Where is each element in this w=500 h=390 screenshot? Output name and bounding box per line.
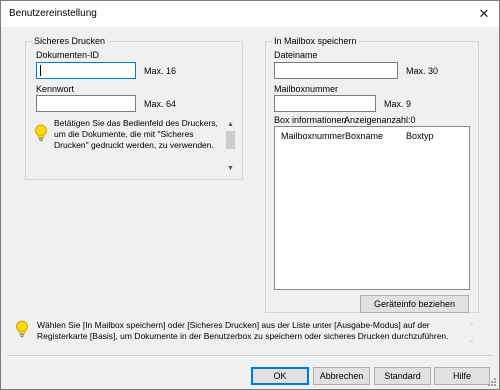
secure-print-group: Sicheres Drucken Dokumenten-ID Max. 16 K… — [25, 36, 243, 180]
scroll-up-icon[interactable]: ⌃ — [465, 320, 478, 332]
password-label: Kennwort — [36, 84, 75, 94]
scroll-up-icon[interactable]: ▲ — [224, 118, 237, 130]
footer-separator — [7, 355, 493, 356]
footer-info-text: Wählen Sie [In Mailbox speichern] oder [… — [37, 320, 449, 341]
mailbox-group-label: In Mailbox speichern — [272, 36, 359, 47]
filename-label: Dateiname — [274, 50, 318, 60]
close-button[interactable]: ✕ — [469, 1, 499, 27]
close-icon: ✕ — [478, 6, 490, 21]
help-button[interactable]: Hilfe — [434, 367, 490, 385]
lightbulb-icon — [35, 124, 47, 142]
lightbulb-icon — [16, 320, 28, 338]
scroll-down-icon[interactable]: ⌄ — [465, 334, 478, 346]
footer-info-scrollbar[interactable]: ⌃ ⌄ — [465, 319, 478, 347]
default-button[interactable]: Standard — [374, 367, 431, 385]
filename-max: Max. 30 — [406, 66, 439, 76]
secure-print-info-scrollbar[interactable]: ▲ ▼ — [224, 118, 237, 174]
document-id-field[interactable] — [36, 62, 136, 79]
secure-print-info-text: Betätigen Sie das Bedienfeld des Drucker… — [54, 118, 218, 150]
mailbox-number-field[interactable] — [274, 95, 376, 112]
column-header-box-name[interactable]: Boxname — [345, 131, 383, 141]
document-id-max: Max. 16 — [144, 66, 177, 76]
text-caret — [40, 65, 41, 76]
filename-field[interactable] — [274, 62, 398, 79]
secure-print-group-label: Sicheres Drucken — [32, 36, 108, 47]
ok-button[interactable]: OK — [251, 367, 309, 385]
display-count-label: Anzeigenanzahl:0 — [344, 115, 416, 125]
scroll-down-icon[interactable]: ▼ — [224, 162, 237, 174]
column-header-mailbox-number[interactable]: Mailboxnummer — [281, 131, 345, 141]
resize-grip-icon[interactable] — [487, 377, 497, 387]
password-field[interactable] — [36, 95, 136, 112]
mailbox-number-max: Max. 9 — [384, 99, 412, 109]
mailbox-number-label: Mailboxnummer — [274, 84, 339, 94]
title-bar[interactable]: Benutzereinstellung ✕ — [1, 1, 499, 27]
window-title: Benutzereinstellung — [9, 8, 97, 19]
column-header-box-type[interactable]: Boxtyp — [406, 131, 434, 141]
box-info-label: Box informationen — [274, 115, 347, 125]
document-id-label: Dokumenten-ID — [36, 50, 100, 60]
mailbox-group: In Mailbox speichern Dateiname Max. 30 M… — [265, 36, 479, 313]
password-max: Max. 64 — [144, 99, 177, 109]
cancel-button[interactable]: Abbrechen — [313, 367, 370, 385]
user-settings-dialog: Benutzereinstellung ✕ Sicheres Drucken D… — [0, 0, 500, 390]
scroll-thumb[interactable] — [226, 131, 235, 149]
mailbox-list[interactable]: Mailboxnummer Boxname Boxtyp — [274, 126, 470, 290]
fetch-device-info-button[interactable]: Geräteinfo beziehen — [360, 295, 469, 313]
